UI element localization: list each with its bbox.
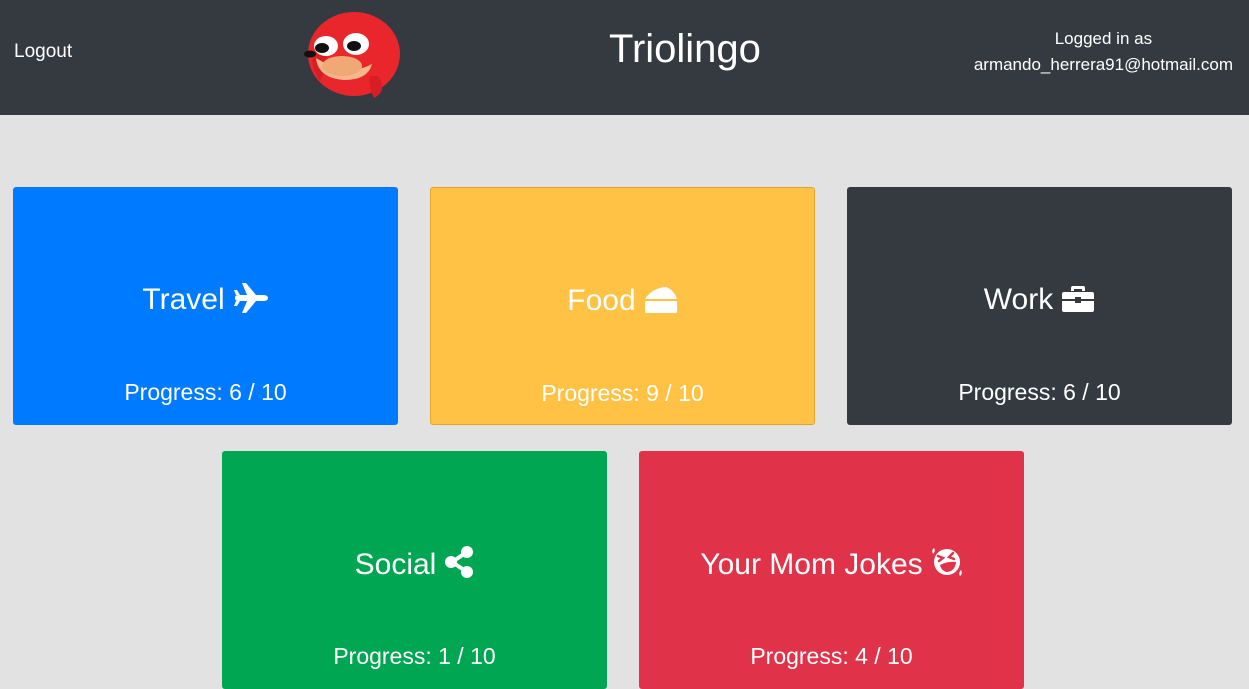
user-info: Logged in as armando_herrera91@hotmail.c…	[974, 26, 1233, 78]
card-title: Travel	[13, 282, 398, 318]
card-progress: Progress: 6 / 10	[124, 379, 287, 405]
card-title: Social	[222, 546, 607, 583]
card-title-text: Work	[983, 283, 1054, 316]
navbar: Logout Triolingo Logged in as armando_he…	[0, 0, 1249, 115]
category-card-work[interactable]: Work Progress: 6 / 10	[847, 187, 1232, 425]
card-title-text: Travel	[142, 283, 225, 316]
card-title: Work	[847, 282, 1232, 318]
card-title-text: Food	[567, 284, 636, 317]
card-progress: Progress: 4 / 10	[750, 643, 913, 669]
card-title: Your Mom Jokes	[639, 546, 1024, 583]
card-progress: Progress: 1 / 10	[333, 643, 496, 669]
plane-icon	[233, 283, 268, 313]
card-progress: Progress: 6 / 10	[958, 379, 1121, 405]
cheese-icon	[644, 287, 677, 313]
user-email: armando_herrera91@hotmail.com	[973, 55, 1233, 74]
laugh-squint-icon	[931, 548, 962, 576]
logout-link[interactable]: Logout	[14, 41, 72, 63]
knuckles-mascot-icon[interactable]	[298, 6, 404, 100]
briefcase-icon	[1062, 286, 1095, 312]
card-title: Food	[431, 283, 814, 319]
brand-title: Triolingo	[609, 27, 761, 71]
card-title-text: Your Mom Jokes	[700, 548, 923, 581]
share-icon	[445, 546, 474, 578]
card-title-text: Social	[354, 548, 437, 581]
category-card-travel[interactable]: Travel Progress: 6 / 10	[13, 187, 398, 425]
category-card-social[interactable]: Social Progress: 1 / 10	[222, 451, 607, 689]
card-progress: Progress: 9 / 10	[541, 380, 704, 406]
logged-in-label: Logged in as	[1054, 29, 1153, 48]
category-card-your-mom-jokes[interactable]: Your Mom Jokes Progress: 4 / 10	[639, 451, 1024, 689]
category-card-food[interactable]: Food Progress: 9 / 10	[430, 187, 815, 425]
